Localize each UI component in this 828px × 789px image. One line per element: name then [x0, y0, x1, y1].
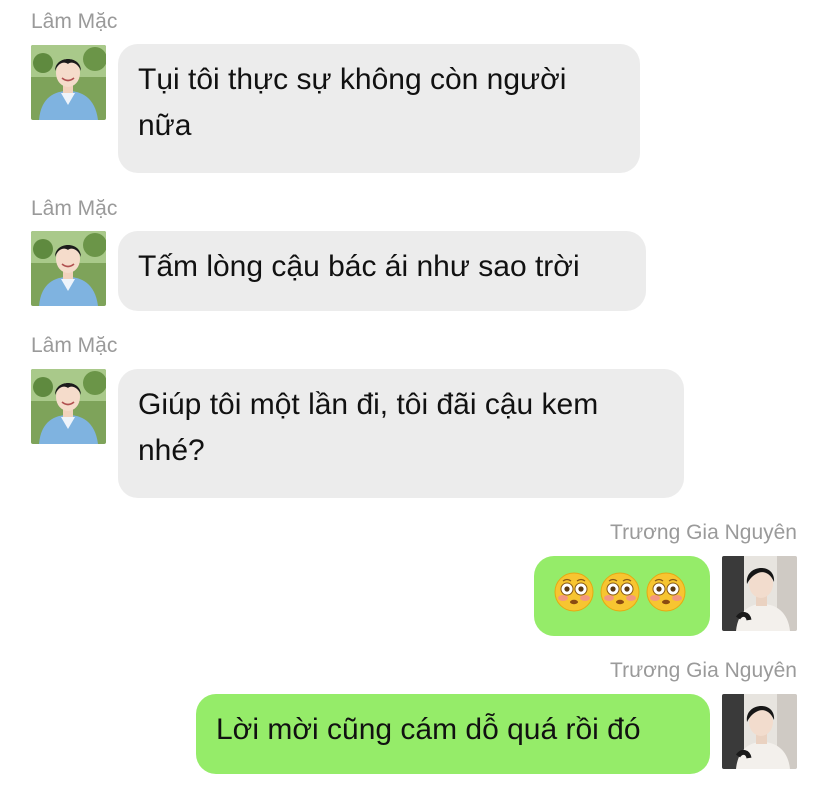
avatar[interactable] [31, 45, 106, 120]
avatar-image [31, 231, 106, 306]
flushed-face-emoji-icon [646, 572, 686, 612]
message-bubble-incoming[interactable]: Giúp tôi một lần đi, tôi đãi cậu kem nhé… [118, 369, 684, 498]
avatar[interactable] [31, 231, 106, 306]
sender-name: Lâm Mặc [31, 197, 118, 220]
sender-name: Trương Gia Nguyên [610, 659, 797, 682]
avatar-image [722, 556, 797, 631]
avatar-image [31, 369, 106, 444]
avatar[interactable] [722, 556, 797, 631]
message-text: Lời mời cũng cám dỗ quá rồi đó [216, 713, 641, 746]
sender-name: Lâm Mặc [31, 10, 118, 33]
avatar[interactable] [722, 694, 797, 769]
avatar[interactable] [31, 369, 106, 444]
message-bubble-incoming[interactable]: Tấm lòng cậu bác ái như sao trời [118, 231, 646, 311]
message-text: Giúp tôi một lần đi, tôi đãi cậu kem nhé… [138, 388, 599, 467]
message-text: Tụi tôi thực sự không còn người nữa [138, 63, 567, 142]
avatar-image [722, 694, 797, 769]
flushed-face-emoji-icon [554, 572, 594, 612]
message-bubble-outgoing[interactable] [534, 556, 710, 636]
message-text: Tấm lòng cậu bác ái như sao trời [138, 250, 580, 283]
sender-name: Lâm Mặc [31, 334, 118, 357]
message-bubble-incoming[interactable]: Tụi tôi thực sự không còn người nữa [118, 44, 640, 173]
avatar-image [31, 45, 106, 120]
flushed-face-emoji-icon [600, 572, 640, 612]
message-bubble-outgoing[interactable]: Lời mời cũng cám dỗ quá rồi đó [196, 694, 710, 774]
sender-name: Trương Gia Nguyên [610, 521, 797, 544]
